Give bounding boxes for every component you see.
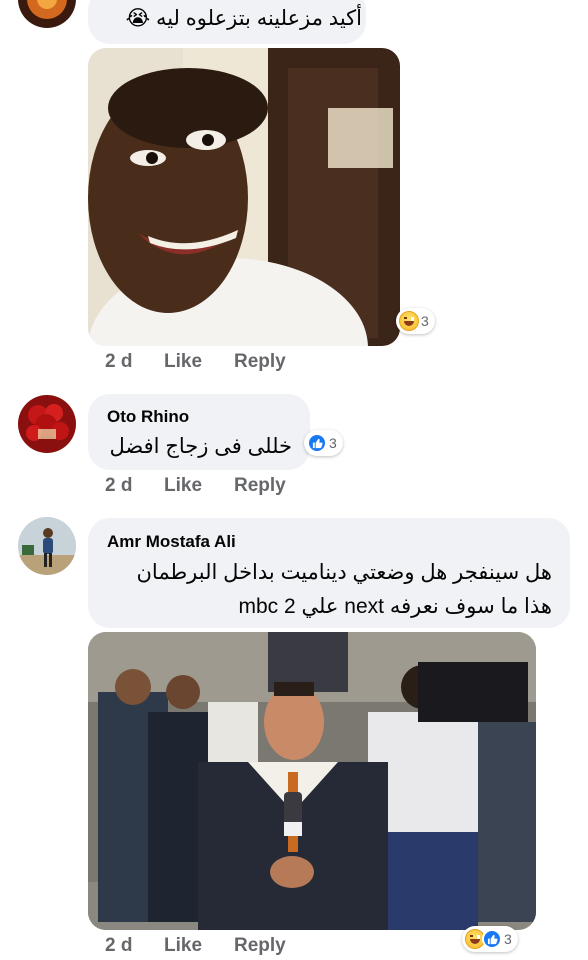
reply-button[interactable]: Reply	[234, 475, 286, 497]
comment-actions: 2 d Like Reply	[0, 935, 588, 960]
reaction-summary[interactable]: 3	[304, 430, 343, 456]
comment-text-line: هل سينفجر هل وضعتي ديناميت بداخل البرطما…	[136, 561, 553, 584]
haha-icon	[399, 311, 419, 331]
reply-button[interactable]: Reply	[234, 351, 286, 373]
comment-author[interactable]: Oto Rhino	[107, 407, 189, 427]
like-button[interactable]: Like	[164, 475, 202, 497]
reaction-count: 3	[329, 435, 337, 451]
reply-button[interactable]: Reply	[234, 935, 286, 957]
like-icon	[307, 433, 327, 453]
timestamp[interactable]: 2 d	[105, 351, 132, 373]
comment-actions: 2 d Like Reply	[0, 351, 588, 377]
comment-text: خللى فى زجاج افضل	[109, 435, 293, 458]
comment-text-line: هذا ما سوف نعرفه next علي mbc 2	[238, 595, 552, 618]
comment-image-crying-face[interactable]	[88, 48, 400, 346]
comment-text: أكيد مزعلينه بتزعلوه ليه 😭	[125, 7, 362, 30]
like-button[interactable]: Like	[164, 935, 202, 957]
avatar[interactable]	[18, 517, 76, 575]
timestamp[interactable]: 2 d	[105, 935, 132, 957]
comment-image-reporter[interactable]	[88, 632, 536, 930]
avatar[interactable]	[18, 0, 76, 28]
like-button[interactable]: Like	[164, 351, 202, 373]
reaction-summary[interactable]: 3	[396, 308, 435, 334]
avatar[interactable]	[18, 395, 76, 453]
reaction-count: 3	[421, 313, 429, 329]
comment-author[interactable]: Amr Mostafa Ali	[107, 532, 236, 552]
timestamp[interactable]: 2 d	[105, 475, 132, 497]
comment-actions: 2 d Like Reply	[0, 475, 588, 501]
